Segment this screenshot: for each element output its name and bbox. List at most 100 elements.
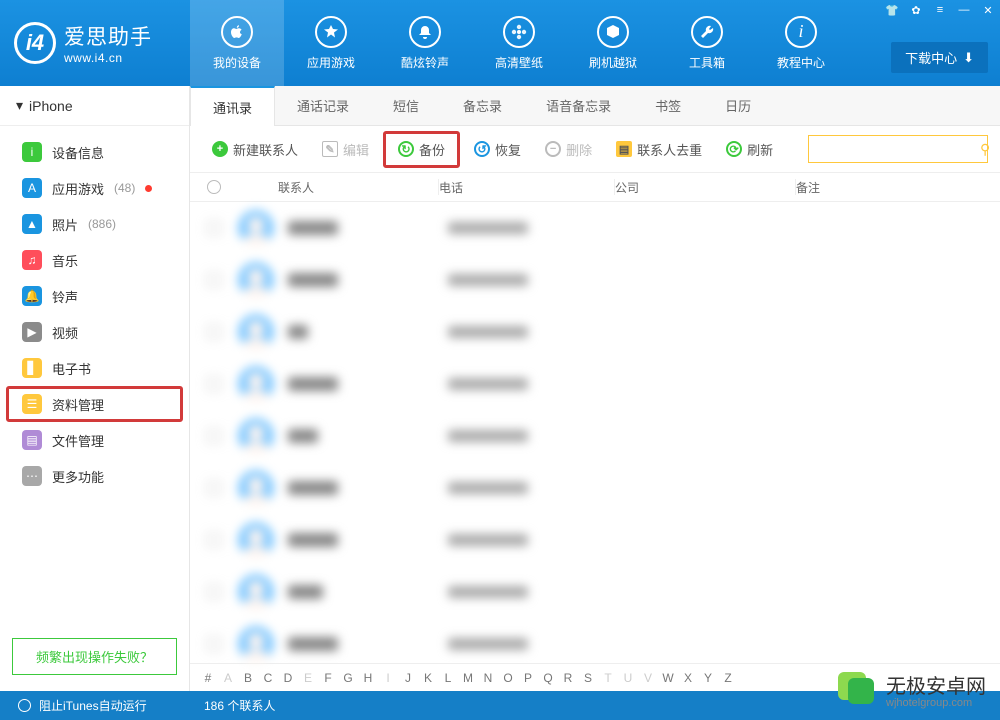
alpha-M[interactable]: M — [458, 671, 478, 685]
table-row[interactable] — [190, 514, 1000, 566]
tab-sms[interactable]: 短信 — [371, 86, 441, 125]
menu-icon[interactable]: ≡ — [928, 0, 952, 20]
row-checkbox[interactable] — [207, 585, 221, 599]
alpha-K[interactable]: K — [418, 671, 438, 685]
alpha-V[interactable]: V — [638, 671, 658, 685]
alpha-J[interactable]: J — [398, 671, 418, 685]
table-row[interactable] — [190, 566, 1000, 618]
file-icon: ▤ — [22, 430, 42, 450]
sidebar-item-device-info[interactable]: i设备信息 — [0, 134, 189, 170]
new-contact-button[interactable]: +新建联系人 — [202, 136, 308, 163]
block-itunes-toggle[interactable]: 阻止iTunes自动运行 — [0, 697, 190, 714]
alpha-L[interactable]: L — [438, 671, 458, 685]
row-checkbox[interactable] — [207, 429, 221, 443]
nav-toolbox[interactable]: 工具箱 — [660, 0, 754, 86]
tab-voice-memos[interactable]: 语音备忘录 — [524, 86, 633, 125]
tab-bookmarks[interactable]: 书签 — [633, 86, 703, 125]
shirt-icon[interactable]: 👕 — [880, 0, 904, 20]
table-row[interactable] — [190, 358, 1000, 410]
logo-icon: i4 — [14, 22, 56, 64]
sidebar-item-ebooks[interactable]: ▋电子书 — [0, 350, 189, 386]
row-checkbox[interactable] — [207, 533, 221, 547]
alpha-T[interactable]: T — [598, 671, 618, 685]
sidebar-item-apps[interactable]: A应用游戏(48) — [0, 170, 189, 206]
sidebar-item-videos[interactable]: ▶视频 — [0, 314, 189, 350]
nav-wallpapers[interactable]: 高清壁纸 — [472, 0, 566, 86]
device-selector[interactable]: ▾ iPhone — [0, 86, 189, 126]
gear-icon[interactable]: ✿ — [904, 0, 928, 20]
alpha-N[interactable]: N — [478, 671, 498, 685]
sidebar-item-data-management[interactable]: ☰资料管理 — [6, 386, 183, 422]
alpha-D[interactable]: D — [278, 671, 298, 685]
select-all-checkbox[interactable] — [207, 180, 221, 194]
sidebar-item-more[interactable]: ⋯更多功能 — [0, 458, 189, 494]
delete-button[interactable]: −删除 — [535, 136, 602, 163]
alpha-F[interactable]: F — [318, 671, 338, 685]
nav-tutorials[interactable]: i 教程中心 — [754, 0, 848, 86]
search-icon[interactable]: ⚲ — [980, 141, 990, 158]
row-checkbox[interactable] — [207, 325, 221, 339]
close-icon[interactable]: ✕ — [976, 0, 1000, 20]
download-icon: ⬇ — [963, 50, 974, 66]
nav-ringtones[interactable]: 酷炫铃声 — [378, 0, 472, 86]
sub-tabs: 通讯录 通话记录 短信 备忘录 语音备忘录 书签 日历 — [190, 86, 1000, 126]
minimize-icon[interactable]: — — [952, 0, 976, 20]
tab-calendar[interactable]: 日历 — [703, 86, 773, 125]
table-row[interactable] — [190, 462, 1000, 514]
app-name: 爱思助手 — [64, 21, 152, 51]
tab-contacts[interactable]: 通讯录 — [190, 86, 275, 126]
backup-button[interactable]: ↻备份 — [383, 131, 460, 168]
table-row[interactable] — [190, 410, 1000, 462]
alpha-I[interactable]: I — [378, 671, 398, 685]
sidebar-item-files[interactable]: ▤文件管理 — [0, 422, 189, 458]
alpha-G[interactable]: G — [338, 671, 358, 685]
alpha-W[interactable]: W — [658, 671, 678, 685]
download-center-button[interactable]: 下载中心 ⬇ — [891, 42, 988, 73]
alpha-B[interactable]: B — [238, 671, 258, 685]
alpha-Y[interactable]: Y — [698, 671, 718, 685]
alpha-Z[interactable]: Z — [718, 671, 738, 685]
refresh-button[interactable]: ⟳刷新 — [716, 136, 783, 163]
col-phone[interactable]: 电话 — [439, 179, 614, 196]
tab-call-log[interactable]: 通话记录 — [275, 86, 371, 125]
row-checkbox[interactable] — [207, 377, 221, 391]
sidebar-item-music[interactable]: ♫音乐 — [0, 242, 189, 278]
sidebar-item-photos[interactable]: ▲照片(886) — [0, 206, 189, 242]
alpha-#[interactable]: # — [198, 671, 218, 685]
col-note[interactable]: 备注 — [796, 179, 1000, 196]
table-row[interactable] — [190, 254, 1000, 306]
table-row[interactable] — [190, 306, 1000, 358]
alpha-P[interactable]: P — [518, 671, 538, 685]
tab-notes[interactable]: 备忘录 — [441, 86, 524, 125]
nav-apps[interactable]: 应用游戏 — [284, 0, 378, 86]
tip-link[interactable]: 频繁出现操作失败？ — [12, 638, 177, 675]
alpha-R[interactable]: R — [558, 671, 578, 685]
search-input[interactable] — [809, 142, 980, 156]
row-checkbox[interactable] — [207, 221, 221, 235]
sidebar-item-ringtones[interactable]: 🔔铃声 — [0, 278, 189, 314]
alpha-A[interactable]: A — [218, 671, 238, 685]
restore-button[interactable]: ↺恢复 — [464, 136, 531, 163]
col-contact[interactable]: 联系人 — [238, 179, 438, 196]
alpha-Q[interactable]: Q — [538, 671, 558, 685]
row-checkbox[interactable] — [207, 637, 221, 651]
search-box[interactable]: ⚲ — [808, 135, 988, 163]
alpha-O[interactable]: O — [498, 671, 518, 685]
alpha-E[interactable]: E — [298, 671, 318, 685]
dedupe-button[interactable]: ▤联系人去重 — [606, 136, 712, 163]
table-row[interactable] — [190, 202, 1000, 254]
alpha-X[interactable]: X — [678, 671, 698, 685]
top-nav: 我的设备 应用游戏 酷炫铃声 高清壁纸 刷机越狱 工具箱 i 教程中心 — [190, 0, 1000, 86]
alpha-H[interactable]: H — [358, 671, 378, 685]
chevron-down-icon: ▾ — [16, 97, 23, 114]
col-company[interactable]: 公司 — [615, 179, 795, 196]
nav-jailbreak[interactable]: 刷机越狱 — [566, 0, 660, 86]
alpha-U[interactable]: U — [618, 671, 638, 685]
nav-my-device[interactable]: 我的设备 — [190, 0, 284, 86]
alpha-C[interactable]: C — [258, 671, 278, 685]
table-row[interactable] — [190, 618, 1000, 663]
row-checkbox[interactable] — [207, 273, 221, 287]
row-checkbox[interactable] — [207, 481, 221, 495]
alpha-S[interactable]: S — [578, 671, 598, 685]
edit-button[interactable]: ✎编辑 — [312, 136, 379, 163]
